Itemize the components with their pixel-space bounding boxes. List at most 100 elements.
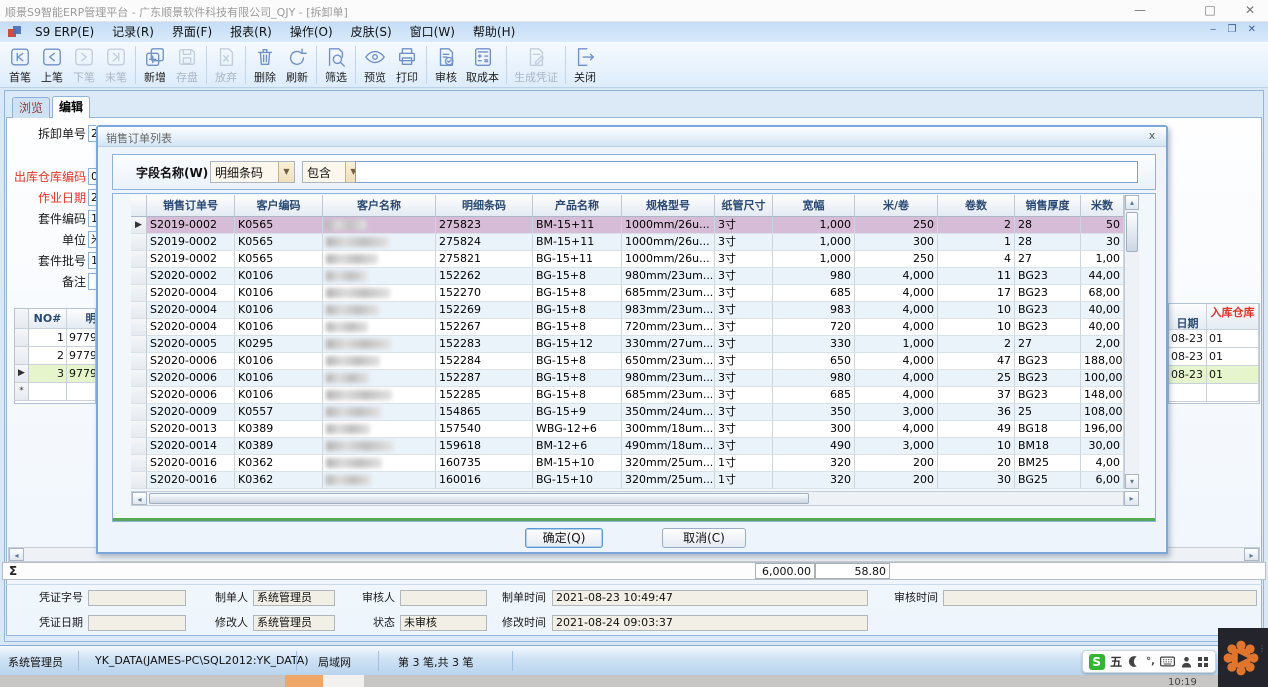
toolbar-refresh-button[interactable]: 刷新 — [281, 45, 313, 85]
column-header[interactable]: 产品名称 — [533, 195, 622, 217]
detail-row[interactable]: 297792 — [15, 347, 95, 365]
scroll-right-icon[interactable]: ▸ — [1124, 491, 1139, 506]
footer-input-修改人[interactable]: 系统管理员 — [253, 615, 335, 631]
menu-item-help[interactable]: 帮助(H) — [464, 22, 524, 42]
column-header[interactable]: 销售厚度 — [1015, 195, 1081, 217]
column-header[interactable]: 宽幅 — [773, 195, 855, 217]
cancel-button[interactable]: 取消(C) — [662, 528, 746, 548]
order-row[interactable]: S2019-0002K0565275821BG-15+111000mm/26u.… — [131, 251, 1139, 268]
toolbar-first-record-button[interactable]: 首笔 — [4, 45, 36, 85]
order-row[interactable]: S2020-0004K0106152270BG-15+8685mm/23um..… — [131, 285, 1139, 302]
order-row[interactable]: ▶S2019-0002K0565275823BM-15+111000mm/26u… — [131, 217, 1139, 234]
scroll-left-icon[interactable]: ◂ — [132, 492, 147, 505]
scroll-up-icon[interactable]: ▴ — [1125, 195, 1139, 210]
field-input-7[interactable] — [88, 273, 96, 290]
toolbar-print-button[interactable]: 打印 — [391, 45, 423, 85]
field-input-6[interactable]: 1 — [88, 252, 96, 269]
menu-item-window[interactable]: 窗口(W) — [401, 22, 464, 42]
footer-input-审核人[interactable] — [400, 590, 487, 606]
close-button[interactable]: ✕ — [1233, 0, 1267, 22]
maximize-button[interactable]: □ — [1193, 0, 1227, 22]
orders-grid-hscrollbar[interactable]: ◂ — [131, 491, 1124, 506]
dialog-search-input[interactable] — [355, 161, 1138, 183]
order-row[interactable]: S2020-0004K0106152269BG-15+8983mm/23um..… — [131, 302, 1139, 319]
dialog-close-icon[interactable]: x — [1144, 129, 1160, 144]
detail-row[interactable]: 197792 — [15, 329, 95, 347]
field-name-dropdown[interactable]: 明细条码 ▼ — [210, 161, 295, 183]
column-header[interactable]: 客户编码 — [235, 195, 323, 217]
taskbar-active-app[interactable] — [285, 675, 323, 687]
detail-row[interactable]: 08-2301 — [1169, 348, 1259, 366]
column-header[interactable]: 销售订单号 — [147, 195, 235, 217]
order-row[interactable]: S2020-0005K0295152283BG-15+12330mm/27um.… — [131, 336, 1139, 353]
footer-input-修改时间[interactable]: 2021-08-24 09:03:37 — [552, 615, 868, 631]
menu-item-skins[interactable]: 皮肤(S) — [342, 22, 401, 42]
punctuation-icon[interactable]: °, — [1146, 656, 1155, 667]
column-header[interactable]: 米数 — [1081, 195, 1124, 217]
toolbar-close-doc-button[interactable]: 关闭 — [569, 45, 601, 85]
column-header[interactable]: 卷数 — [938, 195, 1015, 217]
column-header[interactable]: 明细条码 — [436, 195, 533, 217]
column-header[interactable]: 客户名称 — [323, 195, 436, 217]
taskbar-app[interactable] — [323, 675, 364, 687]
toolbar-cost-button[interactable]: 取成本 — [462, 45, 503, 85]
minimize-button[interactable]: — — [1123, 0, 1157, 22]
order-row[interactable]: S2020-0006K0106152287BG-15+8980mm/23um..… — [131, 370, 1139, 387]
menu-item-records[interactable]: 记录(R) — [103, 22, 163, 42]
field-input-3[interactable]: 2 — [88, 189, 96, 206]
toolbar-audit-button[interactable]: 审核 — [430, 45, 462, 85]
menu-item-interface[interactable]: 界面(F) — [163, 22, 221, 42]
field-input-4[interactable]: 1 — [88, 210, 96, 227]
grid-icon[interactable] — [1197, 656, 1209, 668]
new-row[interactable]: * — [15, 383, 95, 401]
order-row[interactable]: S2020-0006K0106152284BG-15+8650mm/23um..… — [131, 353, 1139, 370]
toolbar-filter-button[interactable]: 筛选 — [320, 45, 352, 85]
menu-item-s9erp[interactable]: S9 ERP(E) — [26, 22, 103, 42]
footer-input-审核时间[interactable] — [943, 590, 1257, 606]
order-row[interactable]: S2019-0002K0565275824BM-15+111000mm/26u.… — [131, 234, 1139, 251]
scroll-left-icon[interactable]: ◂ — [9, 548, 24, 561]
order-row[interactable]: S2020-0013K0389157540WBG-12+6300mm/18um.… — [131, 421, 1139, 438]
scroll-track[interactable] — [147, 492, 1123, 505]
field-input-2[interactable]: 0 — [88, 168, 96, 185]
order-row[interactable]: S2020-0016K0362160016BG-15+10320mm/25um.… — [131, 472, 1139, 489]
scroll-down-icon[interactable]: ▾ — [1125, 474, 1139, 489]
column-header[interactable]: 米/卷 — [855, 195, 938, 217]
footer-input-制单时间[interactable]: 2021-08-23 10:49:47 — [552, 590, 868, 606]
order-row[interactable]: S2020-0006K0106152285BG-15+8685mm/23um..… — [131, 387, 1139, 404]
chevron-down-icon[interactable]: ▼ — [278, 162, 294, 182]
toolbar-preview-button[interactable]: 预览 — [359, 45, 391, 85]
order-row[interactable]: S2020-0002K0106152262BG-15+8980mm/23um..… — [131, 268, 1139, 285]
footer-input-凭证日期[interactable] — [88, 615, 186, 631]
scroll-thumb[interactable] — [1126, 212, 1138, 252]
menu-item-operations[interactable]: 操作(O) — [281, 22, 342, 42]
order-row[interactable]: S2020-0004K0106152267BG-15+8720mm/23um..… — [131, 319, 1139, 336]
mdi-window-controls[interactable]: ‒ ❐ ✕ — [1210, 24, 1260, 35]
column-header[interactable]: 纸管尺寸 — [715, 195, 773, 217]
footer-input-状态[interactable]: 未审核 — [400, 615, 487, 631]
toolbar-delete-button[interactable]: 删除 — [249, 45, 281, 85]
column-header[interactable]: 规格型号 — [622, 195, 715, 217]
footer-input-制单人[interactable]: 系统管理员 — [253, 590, 335, 606]
keyboard-icon[interactable] — [1160, 656, 1175, 667]
chinese-mode-icon[interactable]: 五 — [1110, 653, 1122, 670]
ok-button[interactable]: 确定(Q) — [525, 528, 603, 548]
footer-input-凭证字号[interactable] — [88, 590, 186, 606]
detail-row[interactable]: 08-2301 — [1169, 366, 1259, 384]
person-icon[interactable] — [1181, 656, 1192, 668]
scroll-right-icon[interactable]: ▸ — [1244, 548, 1259, 561]
order-row[interactable]: S2020-0014K0389159618BM-12+6490mm/18um..… — [131, 438, 1139, 455]
new-row[interactable] — [1169, 384, 1259, 402]
tab-browse[interactable]: 浏览 — [12, 97, 50, 118]
detail-row[interactable]: 08-2301 — [1169, 330, 1259, 348]
orders-grid-vscrollbar[interactable]: ▴ ▾ — [1124, 195, 1139, 489]
menu-item-reports[interactable]: 报表(R) — [221, 22, 281, 42]
operator-dropdown[interactable]: 包含 ▼ — [302, 161, 362, 183]
toolbar-prev-record-button[interactable]: 上笔 — [36, 45, 68, 85]
field-input-1[interactable]: 2 — [88, 125, 96, 142]
scroll-thumb[interactable] — [149, 493, 809, 504]
floating-app-tile[interactable]: ⋮ — [1218, 628, 1268, 687]
field-input-5[interactable]: 米 — [88, 231, 96, 248]
sogou-s-icon[interactable]: S — [1089, 654, 1105, 670]
half-moon-icon[interactable] — [1128, 655, 1141, 668]
